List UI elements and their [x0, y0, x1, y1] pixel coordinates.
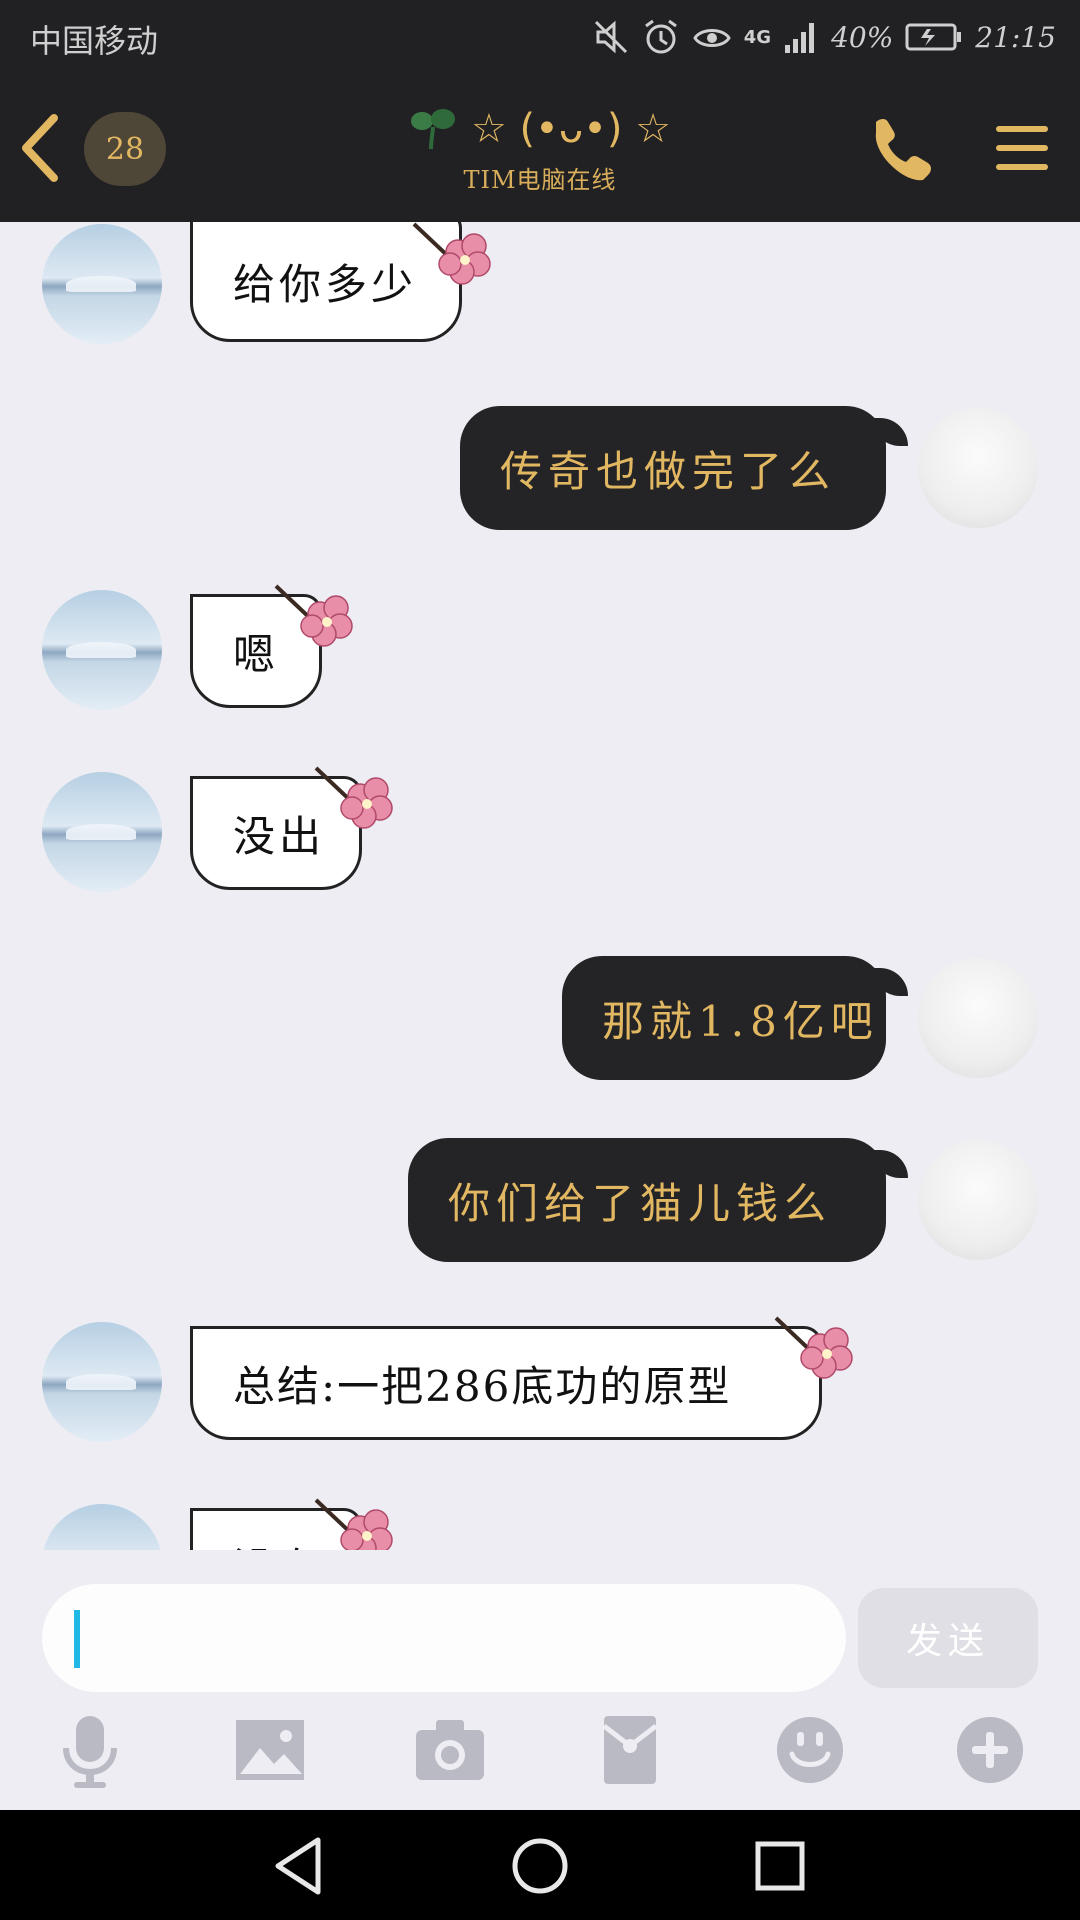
message-bubble-received[interactable]: 总结:一把286底功的原型	[190, 1326, 822, 1440]
network-type: 4G	[743, 26, 772, 48]
nav-recents-icon[interactable]	[748, 1834, 812, 1898]
system-nav-bar	[0, 1810, 1080, 1920]
back-arrow-icon[interactable]	[10, 108, 70, 188]
camera-icon[interactable]	[410, 1710, 490, 1790]
chat-header: 28 ☆ (•ᴗ•) ☆ TIM电脑在线	[0, 76, 1080, 222]
contact-avatar[interactable]	[42, 1322, 162, 1442]
clock: 21:15	[975, 20, 1056, 54]
nav-home-icon[interactable]	[508, 1834, 572, 1898]
red-packet-icon[interactable]	[590, 1710, 670, 1790]
mute-icon	[594, 20, 627, 54]
message-text: 给你多少	[233, 259, 418, 309]
composer: 发送	[0, 1550, 1080, 1810]
message-text: 总结:一把286底功的原型	[233, 1361, 732, 1411]
menu-icon[interactable]	[994, 120, 1050, 176]
microphone-icon[interactable]	[50, 1710, 130, 1790]
nav-back-icon[interactable]	[268, 1834, 332, 1898]
cherry-blossom-icon	[314, 766, 393, 829]
status-bar: 中国移动 4G 40% 21:15	[0, 0, 1080, 76]
message-text: 你们给了猫儿钱么	[448, 1178, 833, 1228]
message-bubble-sent[interactable]: 你们给了猫儿钱么	[408, 1138, 908, 1262]
text-cursor	[74, 1610, 80, 1668]
my-avatar[interactable]	[918, 958, 1038, 1078]
image-icon[interactable]	[230, 1710, 310, 1790]
alarm-icon	[644, 19, 677, 54]
emoji-icon[interactable]	[770, 1710, 850, 1790]
unread-count-badge[interactable]: 28	[84, 112, 166, 186]
message-bubble-sent[interactable]: 那就1.8亿吧	[562, 956, 908, 1080]
sprout-icon	[410, 109, 455, 150]
chat-title-block[interactable]: ☆ (•ᴗ•) ☆ TIM电脑在线	[300, 106, 780, 195]
cherry-blossom-icon	[774, 1316, 853, 1379]
message-text: 那就1.8亿吧	[602, 996, 879, 1046]
phone-icon[interactable]	[866, 114, 934, 182]
send-button[interactable]: 发送	[858, 1588, 1038, 1688]
plus-icon[interactable]	[950, 1710, 1030, 1790]
contact-avatar[interactable]	[42, 1504, 162, 1550]
chat-title: ☆ (•ᴗ•) ☆	[470, 106, 672, 152]
message-input[interactable]	[42, 1584, 846, 1692]
signal-icon	[785, 23, 815, 53]
contact-avatar[interactable]	[42, 224, 162, 344]
message-list[interactable]: 给你多少 传奇也做完了么 嗯 没出 那就1.8亿吧 你们给了猫儿钱么 总结:一把…	[0, 222, 1080, 1550]
my-avatar[interactable]	[918, 408, 1038, 528]
cherry-blossom-icon	[274, 584, 353, 647]
eye-comfort-icon	[692, 29, 731, 47]
status-icons: 4G 40% 21:15	[592, 14, 1056, 60]
my-avatar[interactable]	[918, 1140, 1038, 1260]
contact-avatar[interactable]	[42, 772, 162, 892]
carrier-name: 中国移动	[30, 22, 159, 60]
battery-charging-icon	[905, 23, 962, 51]
cherry-blossom-icon	[412, 222, 491, 285]
online-status: TIM电脑在线	[463, 166, 617, 194]
battery-percent: 40%	[831, 20, 894, 54]
message-bubble-sent[interactable]: 传奇也做完了么	[460, 406, 908, 530]
message-text: 传奇也做完了么	[500, 446, 837, 496]
contact-avatar[interactable]	[42, 590, 162, 710]
cherry-blossom-icon	[314, 1498, 393, 1550]
